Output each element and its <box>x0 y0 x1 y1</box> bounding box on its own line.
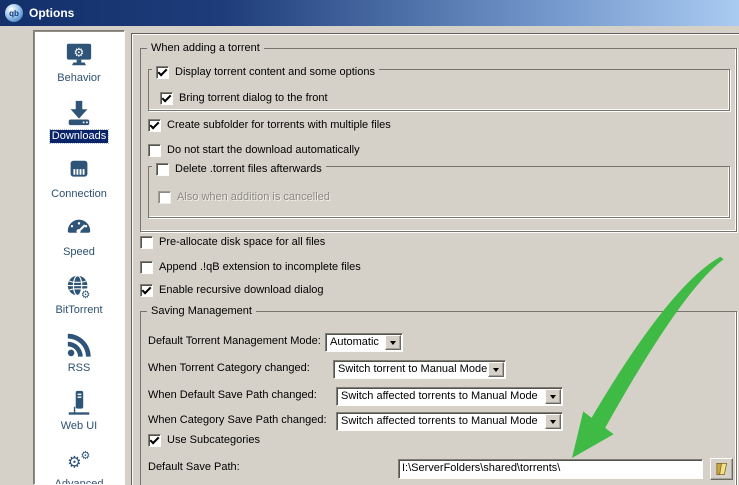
speed-gauge-icon <box>64 215 94 243</box>
sidebar-label: Downloads <box>50 130 108 143</box>
checkbox-box <box>156 163 169 176</box>
chevron-down-icon <box>550 395 556 399</box>
options-dialog: qb Options ⚙ Behavior <box>0 0 739 485</box>
connection-plug-icon <box>64 157 94 185</box>
svg-text:⚙: ⚙ <box>81 450 91 462</box>
label-category-save-path-changed: When Category Save Path changed: <box>148 414 327 426</box>
dropdown-button[interactable] <box>545 389 561 404</box>
checkbox-use-subcategories[interactable]: Use Subcategories <box>148 432 260 448</box>
svg-text:⚙: ⚙ <box>81 290 90 301</box>
settings-category-list: ⚙ Behavior Downloads <box>33 30 125 485</box>
checkbox-append-qb-extension[interactable]: Append .!qB extension to incomplete file… <box>140 259 361 275</box>
dropdown-button[interactable] <box>488 362 504 377</box>
browse-folder-button[interactable] <box>710 458 733 480</box>
checkbox-delete-torrent-afterwards[interactable]: Delete .torrent files afterwards <box>152 161 326 177</box>
checkbox-box <box>148 144 161 157</box>
label-torrent-category-changed: When Torrent Category changed: <box>148 362 310 374</box>
label-default-management-mode: Default Torrent Management Mode: <box>148 335 321 347</box>
advanced-gears-icon: ⚙ ⚙ <box>64 447 94 475</box>
checkbox-do-not-start-download[interactable]: Do not start the download automatically <box>148 142 360 158</box>
sidebar-label: Speed <box>61 246 97 259</box>
svg-text:⚙: ⚙ <box>74 45 85 59</box>
check-icon <box>162 92 172 102</box>
sidebar-label: Advanced <box>53 478 106 485</box>
bittorrent-globe-gear-icon: ⚙ <box>64 273 94 301</box>
window-title: Options <box>29 6 74 20</box>
combo-torrent-category-changed[interactable]: Switch torrent to Manual Mode <box>333 360 506 379</box>
rss-feed-icon <box>64 331 94 359</box>
checkbox-recursive-download-dialog[interactable]: Enable recursive download dialog <box>140 282 324 298</box>
sidebar-label: Connection <box>49 188 109 201</box>
checkbox-box <box>148 434 161 447</box>
sidebar-item-rss[interactable]: RSS <box>34 324 124 382</box>
sidebar-item-bittorrent[interactable]: ⚙ BitTorrent <box>34 266 124 324</box>
combo-default-save-path-changed[interactable]: Switch affected torrents to Manual Mode <box>336 387 563 406</box>
chevron-down-icon <box>390 341 396 345</box>
sidebar-item-webui[interactable]: Web UI <box>34 382 124 440</box>
group-title: Saving Management <box>147 305 256 318</box>
chevron-down-icon <box>493 368 499 372</box>
checkbox-display-torrent-content[interactable]: Display torrent content and some options <box>152 64 379 80</box>
dropdown-button[interactable] <box>385 335 401 350</box>
sidebar-label: Behavior <box>55 72 102 85</box>
combo-default-management-mode[interactable]: Automatic <box>325 333 403 352</box>
sidebar-label: Web UI <box>59 420 99 433</box>
sidebar-item-speed[interactable]: Speed <box>34 208 124 266</box>
checkbox-create-subfolder[interactable]: Create subfolder for torrents with multi… <box>148 117 391 133</box>
checkbox-box <box>160 92 173 105</box>
chevron-down-icon <box>550 420 556 424</box>
check-icon <box>158 66 168 76</box>
sidebar-item-connection[interactable]: Connection <box>34 150 124 208</box>
svg-text:⚙: ⚙ <box>67 455 81 472</box>
checkbox-box <box>148 119 161 132</box>
checkbox-bring-dialog-front[interactable]: Bring torrent dialog to the front <box>160 90 328 106</box>
checkbox-preallocate-disk-space[interactable]: Pre-allocate disk space for all files <box>140 234 325 250</box>
sidebar-label: BitTorrent <box>53 304 104 317</box>
sidebar-item-behavior[interactable]: ⚙ Behavior <box>34 34 124 92</box>
sidebar-item-advanced[interactable]: ⚙ ⚙ Advanced <box>34 440 124 485</box>
qbittorrent-logo-icon: qb <box>5 4 23 22</box>
combo-category-save-path-changed[interactable]: Switch affected torrents to Manual Mode <box>336 412 563 431</box>
behavior-monitor-gear-icon: ⚙ <box>64 41 94 69</box>
check-icon <box>150 119 160 129</box>
sidebar-label: RSS <box>66 362 93 375</box>
sidebar-item-downloads[interactable]: Downloads <box>34 92 124 150</box>
downloads-arrow-icon <box>64 99 94 127</box>
checkbox-box <box>158 191 171 204</box>
checkbox-box <box>156 66 169 79</box>
title-bar[interactable]: qb Options <box>0 0 739 26</box>
checkbox-box <box>140 236 153 249</box>
checkbox-box <box>140 261 153 274</box>
default-save-path-input[interactable]: I:\ServerFolders\shared\torrents\ <box>398 459 703 479</box>
webui-server-icon <box>64 389 94 417</box>
label-default-save-path-changed: When Default Save Path changed: <box>148 389 317 401</box>
check-icon <box>142 284 152 294</box>
folder-icon <box>714 462 729 476</box>
dropdown-button[interactable] <box>545 414 561 429</box>
label-default-save-path: Default Save Path: <box>148 461 240 473</box>
checkbox-also-when-cancelled[interactable]: Also when addition is cancelled <box>158 189 330 205</box>
group-title: When adding a torrent <box>147 42 264 55</box>
checkbox-box <box>140 284 153 297</box>
check-icon <box>150 434 160 444</box>
